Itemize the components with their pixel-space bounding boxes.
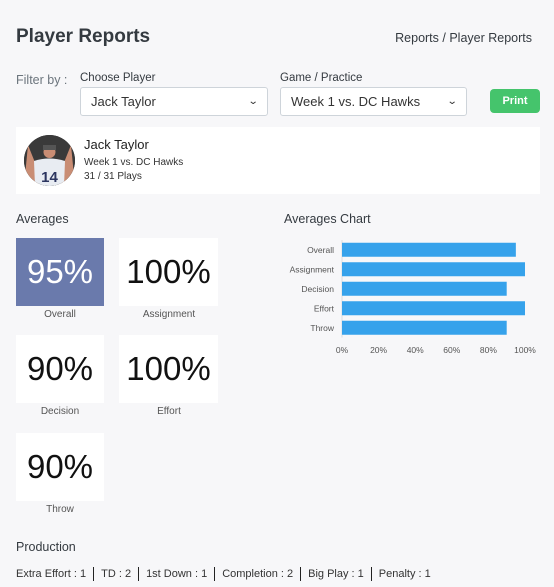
- chart-category-label: Decision: [301, 284, 334, 294]
- production-item: Big Play : 1: [300, 567, 371, 581]
- averages-title: Averages: [16, 212, 69, 226]
- breadcrumb[interactable]: Reports / Player Reports: [395, 31, 532, 45]
- filter-label: Filter by :: [16, 73, 68, 87]
- chart-x-tick-label: 80%: [480, 345, 497, 355]
- player-avatar: 14: [24, 135, 75, 186]
- averages-chart-svg: Overall Assignment Decision Effort Throw 0% 20…: [290, 240, 536, 355]
- chart-bar-decision[interactable]: [342, 281, 507, 296]
- game-practice-label: Game / Practice: [280, 72, 363, 84]
- tile-decision-label: Decision: [40, 406, 80, 417]
- chart-category-label: Overall: [307, 245, 334, 255]
- production-item: Extra Effort : 1: [16, 568, 87, 580]
- player-game: Week 1 vs. DC Hawks: [84, 157, 184, 168]
- game-practice-select[interactable]: Week 1 vs. DC Hawks ⌄: [280, 87, 467, 116]
- tile-effort: 100%: [119, 335, 218, 403]
- player-plays: 31 / 31 Plays: [84, 171, 142, 182]
- chart-bar-overall[interactable]: [342, 242, 516, 257]
- tile-decision: 90%: [16, 335, 104, 403]
- chevron-down-icon: ⌄: [446, 96, 458, 107]
- print-button[interactable]: Print: [490, 89, 540, 113]
- tile-throw-label: Throw: [46, 504, 74, 515]
- chart-bar-effort[interactable]: [342, 301, 525, 316]
- production-item: Penalty : 1: [370, 567, 438, 581]
- averages-chart: Overall Assignment Decision Effort Throw 0% 20…: [270, 234, 554, 360]
- tile-overall: 95%: [16, 238, 104, 306]
- production-list: Extra Effort : 1 TD : 2 1st Down : 1 Comple…: [16, 567, 438, 581]
- tile-assignment-label: Assignment: [142, 309, 196, 320]
- production-title: Production: [16, 540, 76, 554]
- chart-x-tick-label: 0%: [336, 345, 349, 355]
- tile-throw: 90%: [16, 433, 104, 501]
- averages-chart-title: Averages Chart: [284, 212, 371, 226]
- player-photo-icon: 14: [24, 135, 75, 186]
- game-practice-value: Week 1 vs. DC Hawks: [291, 94, 421, 109]
- chart-bar-throw[interactable]: [342, 320, 507, 335]
- chart-bar-assignment[interactable]: [342, 262, 525, 277]
- chart-x-tick-label: 100%: [514, 345, 536, 355]
- production-item: TD : 2: [93, 567, 138, 581]
- choose-player-label: Choose Player: [80, 72, 156, 84]
- player-name: Jack Taylor: [84, 137, 149, 152]
- player-card: 14 Jack Taylor Week 1 vs. DC Hawks 31 / …: [16, 127, 540, 194]
- tile-assignment: 100%: [119, 238, 218, 306]
- page-title: Player Reports: [16, 26, 151, 47]
- production-item: 1st Down : 1: [138, 567, 214, 581]
- production-item: Completion : 2: [214, 567, 300, 581]
- jersey-number: 14: [41, 169, 58, 186]
- chart-category-label: Effort: [314, 303, 335, 313]
- choose-player-select[interactable]: Jack Taylor ⌄: [80, 87, 268, 116]
- chart-x-tick-label: 20%: [370, 345, 387, 355]
- tile-effort-label: Effort: [157, 406, 181, 417]
- choose-player-value: Jack Taylor: [91, 94, 156, 109]
- chart-x-tick-label: 40%: [407, 345, 424, 355]
- chevron-down-icon: ⌄: [247, 96, 259, 107]
- chart-x-tick-label: 60%: [443, 345, 460, 355]
- chart-category-label: Assignment: [290, 264, 335, 274]
- chart-category-label: Throw: [310, 323, 334, 333]
- tile-overall-label: Overall: [44, 309, 76, 320]
